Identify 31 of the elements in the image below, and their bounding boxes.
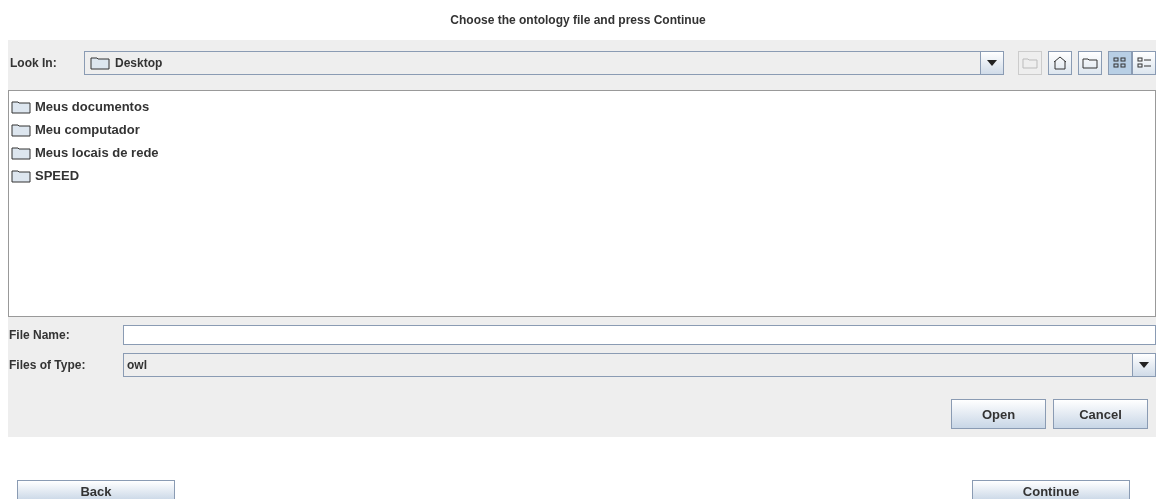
dialog-title: Choose the ontology file and press Continue	[449, 12, 707, 29]
file-name-field[interactable]	[123, 325, 1156, 345]
folder-icon	[11, 122, 31, 137]
cancel-button[interactable]: Cancel	[1053, 399, 1148, 429]
new-folder-button[interactable]	[1078, 51, 1102, 75]
file-type-label: Files of Type:	[8, 358, 87, 372]
folder-icon	[90, 56, 110, 70]
house-icon	[1052, 56, 1068, 70]
file-name-label: File Name:	[8, 328, 71, 342]
home-button[interactable]	[1048, 51, 1072, 75]
folder-icon	[1082, 57, 1098, 69]
folder-item[interactable]: Meus documentos	[35, 99, 150, 114]
folder-item[interactable]: SPEED	[35, 168, 80, 183]
back-button[interactable]: Back	[17, 480, 175, 499]
look-in-label: Look In:	[9, 56, 58, 70]
file-type-dropdown[interactable]: owl	[123, 353, 1156, 377]
folder-icon	[1022, 57, 1038, 69]
folder-icon	[11, 168, 31, 183]
continue-button[interactable]: Continue	[972, 480, 1130, 499]
dropdown-arrow-icon	[1139, 362, 1149, 368]
list-view-button[interactable]	[1108, 51, 1132, 75]
details-list-icon	[1137, 57, 1151, 69]
dropdown-arrow-icon	[987, 60, 997, 66]
grid-icon	[1113, 57, 1127, 69]
look-in-dropdown[interactable]: Desktop	[84, 51, 1004, 75]
details-view-button[interactable]	[1132, 51, 1156, 75]
open-button[interactable]: Open	[951, 399, 1046, 429]
folder-icon	[11, 99, 31, 114]
folder-icon	[11, 145, 31, 160]
folder-item[interactable]: Meu computador	[35, 122, 140, 137]
folder-item[interactable]: Meus locais de rede	[35, 145, 159, 160]
